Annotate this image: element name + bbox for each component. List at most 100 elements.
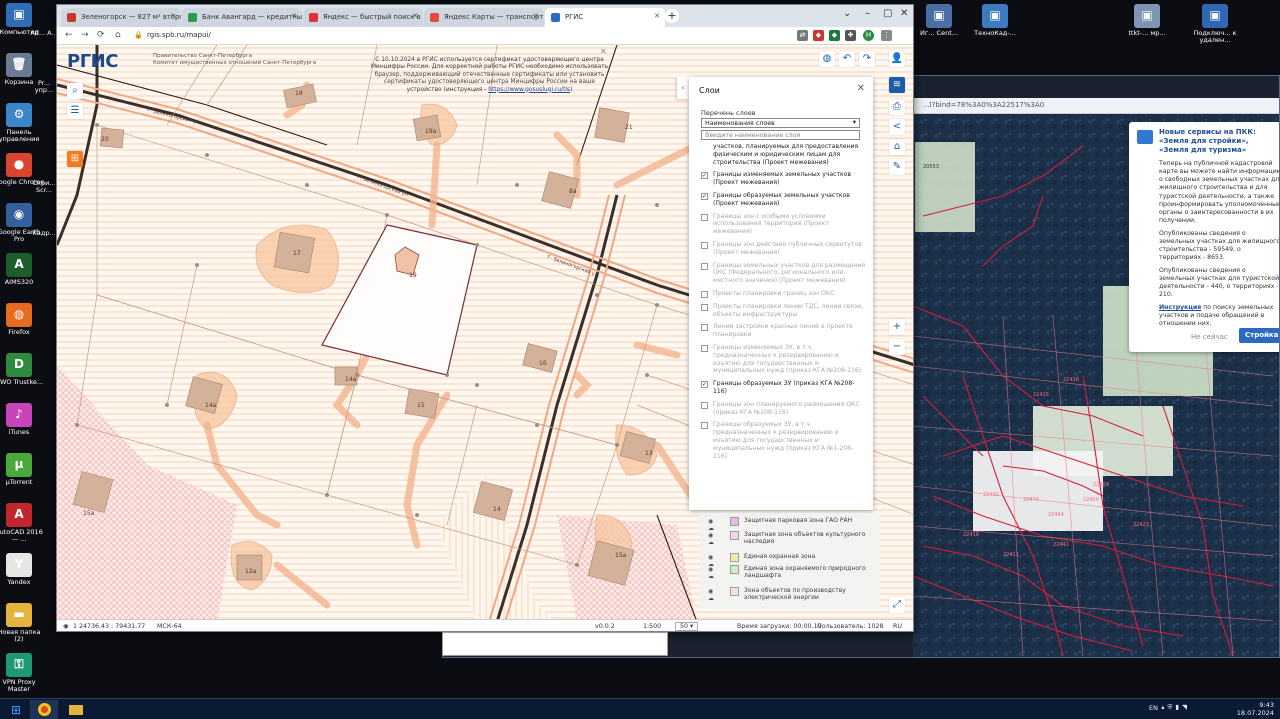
layer-checkbox[interactable] <box>701 344 708 352</box>
home-icon[interactable]: ⌂ <box>115 30 121 40</box>
lang-label[interactable]: RU <box>893 623 902 630</box>
layer-item[interactable]: Проекты планировки линии ТДС, линии связ… <box>699 303 867 319</box>
edit-icon[interactable]: ✎ <box>889 159 905 175</box>
desktop-control-panel-shortcut[interactable]: ⚙ Панель управления <box>0 103 46 144</box>
layers-icon[interactable]: ≋ <box>889 77 905 93</box>
layer-checkbox[interactable] <box>701 290 708 298</box>
tools-icon[interactable]: ⊞ <box>67 151 83 167</box>
share-icon[interactable]: < <box>889 119 905 135</box>
lot-number-label[interactable]: 20 <box>101 136 109 143</box>
stroika-button[interactable]: Стройка <box>1239 328 1279 344</box>
layer-checkbox[interactable] <box>701 324 708 332</box>
extension-icon-1[interactable]: ◆ <box>813 30 824 41</box>
lock-icon[interactable]: 🔒 <box>134 31 143 39</box>
taskbar-chrome-icon[interactable] <box>30 700 58 719</box>
collapse-layers-tab[interactable]: ‹ <box>677 77 689 99</box>
layer-item[interactable]: Границы земельных участков для размещени… <box>699 262 867 285</box>
home-map-icon[interactable]: ⌂ <box>889 139 905 155</box>
close-tab-icon[interactable]: ✕ <box>412 12 418 20</box>
layers-select[interactable]: Наименования слоев ▾ <box>701 118 860 128</box>
desktop-firefox-shortcut[interactable]: ◍ Firefox <box>0 303 46 336</box>
rgis-logo[interactable]: РГИС <box>67 51 118 72</box>
lot-number-label[interactable]: 8а <box>569 188 577 195</box>
start-button[interactable]: ⊞ <box>2 700 30 719</box>
layer-item[interactable]: ✓ Границы изменяемых земельных участков (… <box>699 171 867 187</box>
desktop-partial-shortcut[interactable]: Pr... упр... <box>30 79 58 95</box>
layer-checkbox[interactable]: ✓ <box>701 192 708 200</box>
layer-item[interactable]: Линии застройки красных линий в проекте … <box>699 323 867 339</box>
layer-search-input[interactable]: Введите наименование слоя <box>701 130 860 140</box>
desktop-utorrent-shortcut[interactable]: µ µTorrent <box>0 453 46 486</box>
layer-checkbox[interactable] <box>701 262 708 270</box>
layer-checkbox[interactable]: ✓ <box>701 172 708 180</box>
close-tab-icon[interactable]: ✕ <box>170 12 176 20</box>
translate-icon[interactable]: ⇄ <box>797 30 808 41</box>
layer-item[interactable]: Границы зон с особыми условиями использо… <box>699 213 867 236</box>
notice-link[interactable]: https://www.gosuslugi.ru/tls <box>488 87 570 93</box>
desktop-vpn-shortcut[interactable]: ⚿ VPN Proxy Master <box>0 653 46 694</box>
main-browser-window[interactable]: Зеленогорск — 827 м² второй ест...✕Банк … <box>56 4 914 632</box>
lot-number-label[interactable]: 12а <box>245 568 257 575</box>
desktop-yandex-shortcut[interactable]: Y Yandex <box>0 553 46 586</box>
layer-checkbox[interactable] <box>701 213 708 221</box>
desktop-technokad-shortcut[interactable]: ▣ ТехноКад-... <box>968 4 1022 37</box>
layer-list[interactable]: участков, планируемых для предоставления… <box>699 143 867 505</box>
menu-icon[interactable]: ☰ <box>67 103 83 119</box>
visibility-eye-icon[interactable]: ◉ ☁ <box>708 518 714 532</box>
print-icon[interactable]: ⎙ <box>889 99 905 115</box>
instruction-link[interactable]: Инструкция <box>1159 304 1201 311</box>
fullscreen-icon[interactable]: ⤢ <box>889 597 905 613</box>
layer-item[interactable]: Границы зон планируемого размещения ОКС … <box>699 401 867 417</box>
lot-number-label[interactable]: 16 <box>539 360 547 367</box>
layer-item[interactable]: Границы образуемых ЗУ, в т.ч. предназнач… <box>699 421 867 460</box>
visibility-eye-icon[interactable]: ◉ ☁ <box>708 588 714 602</box>
lot-number-label[interactable]: 14 <box>493 506 501 513</box>
desktop-owo-shortcut[interactable]: DOWO Trustke... <box>0 353 46 386</box>
close-layers-icon[interactable]: ✕ <box>857 83 865 94</box>
lot-number-label[interactable]: 15а <box>83 510 95 517</box>
desktop-partial-shortcut[interactable]: Кадр... <box>30 229 58 237</box>
desktop-itunes-shortcut[interactable]: ♪ iTunes <box>0 403 46 436</box>
layer-item[interactable]: Границы изменяемых ЗУ, в т.ч. предназнач… <box>699 344 867 375</box>
desktop-partial-shortcut[interactable]: Скри... Scr... <box>30 179 58 195</box>
address-bar[interactable]: ← → ⟳ ⌂ 🔒 rgis.spb.ru/mapui/ ⇄ ◆ ◆ ✚ Н ⋮ <box>57 27 913 45</box>
url-text[interactable]: rgis.spb.ru/mapui/ <box>147 31 211 39</box>
profile-avatar-icon[interactable]: Н <box>863 30 874 41</box>
zoom-out-icon[interactable]: − <box>889 339 905 355</box>
lot-number-label[interactable]: 15 <box>417 402 425 409</box>
scale-select[interactable]: 50 ▾ <box>675 622 699 631</box>
desktop-app-2-shortcut[interactable]: ▣ ttkt-... мр... <box>1120 4 1174 37</box>
undo-icon[interactable]: ↶ <box>839 51 855 67</box>
lot-number-label[interactable]: 15а <box>615 552 627 559</box>
layer-item[interactable]: Границы зон действия публичных сервитуто… <box>699 241 867 257</box>
lot-number-label[interactable]: 17 <box>293 250 301 257</box>
desktop-aims-shortcut[interactable]: A AIMS320 <box>0 253 46 286</box>
lot-number-label[interactable]: 21 <box>625 124 633 131</box>
tab-2[interactable]: Банк Авангард — кредитные кар...✕ <box>182 8 302 27</box>
not-now-button[interactable]: Не сейчас <box>1185 330 1234 346</box>
close-notice-icon[interactable]: ✕ <box>600 47 607 56</box>
taskbar-explorer-icon[interactable] <box>62 700 90 719</box>
forward-icon[interactable]: → <box>81 30 89 40</box>
lot-number-label[interactable]: 13 <box>645 450 653 457</box>
menu-kebab-icon[interactable]: ⋮ <box>881 30 892 41</box>
layer-checkbox[interactable] <box>701 303 708 311</box>
tab-4[interactable]: Яндекс Карты — транспорт, нави...✕ <box>424 8 544 27</box>
globe-icon[interactable]: ◍ <box>819 51 835 67</box>
new-tab-button[interactable]: + <box>665 9 679 23</box>
visibility-eye-icon[interactable]: ◉ ☁ <box>708 532 714 546</box>
visibility-eye-icon[interactable]: ◉ ☁ <box>708 566 714 580</box>
layer-checkbox[interactable]: ✓ <box>701 381 708 389</box>
layer-item[interactable]: ✓ Границы образуемых ЗУ (приказ КГА №208-… <box>699 380 867 396</box>
user-icon[interactable]: 👤 <box>889 51 905 67</box>
lot-number-label[interactable]: 14а <box>205 402 217 409</box>
zoom-in-icon[interactable]: + <box>889 319 905 335</box>
desktop-autocad-shortcut[interactable]: AAutoCAD 2016 — ... <box>0 503 46 544</box>
close-tab-icon[interactable]: ✕ <box>291 12 297 20</box>
layer-item[interactable]: участков, планируемых для предоставления… <box>699 143 867 166</box>
extensions-puzzle-icon[interactable]: ✚ <box>845 30 856 41</box>
reload-icon[interactable]: ⟳ <box>97 30 105 40</box>
rgis-map[interactable]: 19 19а 21 20 8а 17 19 14а 16 14а 15 13 14 15а 12а 15а Г… <box>57 45 913 622</box>
maximize-icon[interactable]: ▢ <box>883 8 892 19</box>
minimize-icon[interactable]: – <box>865 8 870 19</box>
